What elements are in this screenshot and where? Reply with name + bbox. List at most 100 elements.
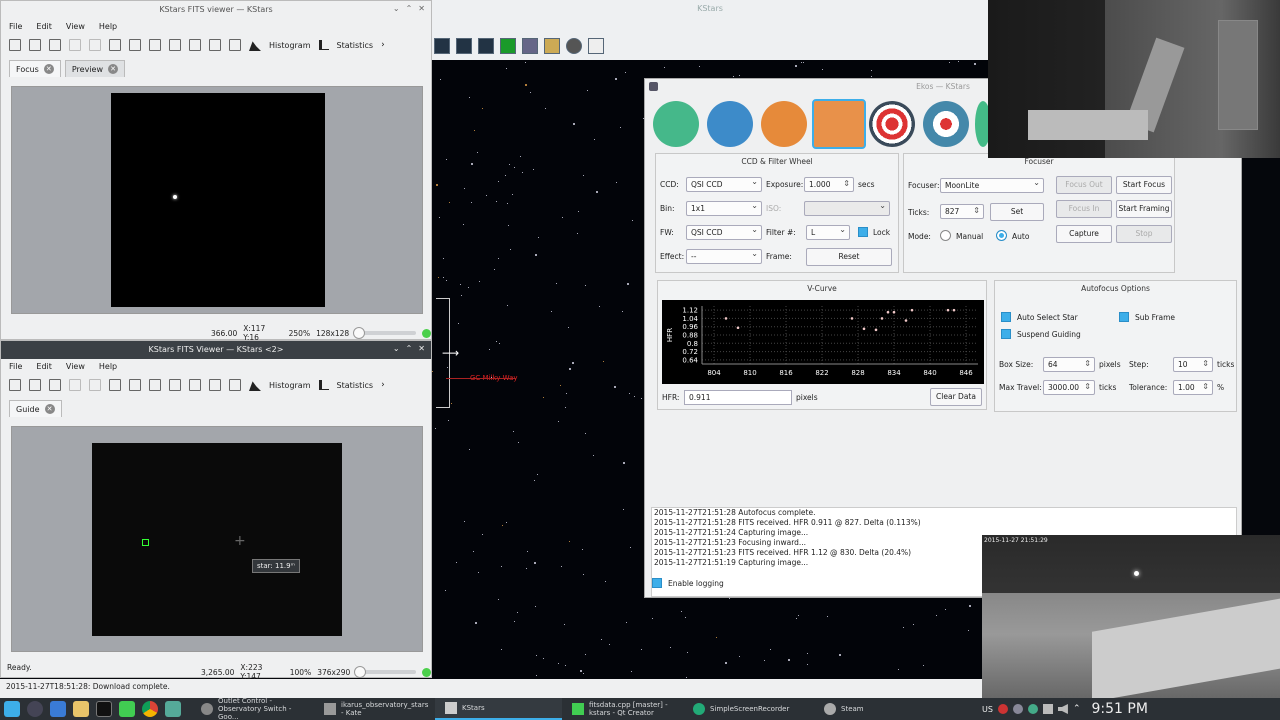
histogram-button[interactable]: Histogram [269,41,311,50]
tolerance-input[interactable]: 1.00 [1173,380,1213,395]
volume-icon[interactable] [1057,704,1068,714]
align-icon[interactable] [229,39,241,51]
menu-edit[interactable]: Edit [36,362,52,371]
box-size-input[interactable]: 64 [1043,357,1095,372]
redo-icon[interactable] [89,379,101,391]
fit-icon[interactable] [109,379,121,391]
guide-module-icon[interactable] [923,101,969,147]
capture-module-icon[interactable] [761,101,807,147]
save-as-icon[interactable] [49,39,61,51]
lock-checkbox[interactable] [858,227,868,237]
crop-icon[interactable] [149,39,161,51]
image-viewport[interactable] [11,86,423,314]
maximize-icon[interactable]: ⌃ [406,4,413,13]
save-as-icon[interactable] [49,379,61,391]
focus-module-icon[interactable] [812,99,866,149]
stop-button[interactable]: Stop [1116,225,1172,243]
start-framing-button[interactable]: Start Framing [1116,200,1172,218]
align-icon[interactable] [229,379,241,391]
close-tab-icon[interactable]: ✕ [44,404,55,414]
suspend-guiding-checkbox[interactable] [1001,329,1011,339]
terminal-icon[interactable] [96,701,112,717]
set-button[interactable]: Set [990,203,1044,221]
menu-file[interactable]: File [9,22,22,31]
tab-preview[interactable]: Preview ✕ [64,60,125,77]
focus-out-button[interactable]: Focus Out [1056,176,1112,194]
chrome-icon[interactable] [142,701,158,717]
image-viewport[interactable]: + star: 11.9ᵐ [11,426,423,652]
filter-select[interactable]: L [806,225,850,240]
toolbar-icon[interactable] [500,38,516,54]
enable-logging-checkbox[interactable] [652,578,662,588]
toolbar-icon[interactable] [456,38,472,54]
tray-icon[interactable] [1027,704,1038,714]
crop-icon[interactable] [149,379,161,391]
menu-edit[interactable]: Edit [36,22,52,31]
task-kstars[interactable]: KStars [435,698,562,720]
network-icon[interactable] [1042,704,1053,714]
toolbar-icon[interactable] [478,38,494,54]
undo-icon[interactable] [69,39,81,51]
sub-frame-checkbox[interactable] [1119,312,1129,322]
chevron-right-icon[interactable]: › [381,380,385,390]
histogram-icon[interactable] [249,41,261,51]
scheduler-module-icon[interactable] [707,101,753,147]
minimize-icon[interactable]: ⌄ [393,344,400,353]
ccd-select[interactable]: QSI CCD [686,177,762,192]
fw-select[interactable]: QSI CCD [686,225,762,240]
focuser-select[interactable]: MoonLite [940,178,1044,193]
iso-select[interactable] [804,201,890,216]
hfr-output[interactable]: 0.911 [684,390,792,405]
bin-select[interactable]: 1x1 [686,201,762,216]
start-focus-button[interactable]: Start Focus [1116,176,1172,194]
kate-icon[interactable] [165,701,181,717]
fit-icon[interactable] [109,39,121,51]
menu-view[interactable]: View [66,362,85,371]
close-icon[interactable]: ✕ [418,344,425,353]
task-simplescreenrecorder[interactable]: SimpleScreenRecorder [683,698,814,720]
tab-focus[interactable]: Focus ✕ [9,60,61,77]
menu-view[interactable]: View [66,22,85,31]
task-qtcreator[interactable]: fitsdata.cpp [master] - kstars - Qt Crea… [562,698,683,720]
statistics-icon[interactable] [318,40,329,50]
statistics-button[interactable]: Statistics [337,381,374,390]
task-outlet-control[interactable]: Outlet Control - Observatory Switch - Go… [191,698,314,720]
save-icon[interactable] [29,39,41,51]
kde-launcher-icon[interactable] [4,701,20,717]
tray-icon[interactable] [1012,704,1023,714]
toolbar-icon[interactable] [566,38,582,54]
mail-icon[interactable] [50,701,66,717]
menu-help[interactable]: Help [99,22,117,31]
zoom-out-icon[interactable] [189,39,201,51]
histogram-button[interactable]: Histogram [269,381,311,390]
files-icon[interactable] [73,701,89,717]
toolbar-icon[interactable] [434,38,450,54]
maximize-icon[interactable]: ⌃ [406,344,413,353]
ticks-input[interactable]: 827 [940,204,984,219]
step-input[interactable]: 10 [1173,357,1213,372]
zoom-icon[interactable] [129,39,141,51]
statistics-button[interactable]: Statistics [337,41,374,50]
qtcreator-icon[interactable] [119,701,135,717]
statistics-icon[interactable] [318,380,329,390]
chevron-right-icon[interactable]: › [381,40,385,50]
steam-icon[interactable] [27,701,43,717]
flip-icon[interactable] [209,39,221,51]
setup-module-icon[interactable] [653,101,699,147]
undo-icon[interactable] [69,379,81,391]
save-icon[interactable] [29,379,41,391]
zoom-slider[interactable] [353,327,417,339]
zoom-slider[interactable] [354,666,417,678]
open-icon[interactable] [9,379,21,391]
task-kate[interactable]: ikarus_observatory_stars - Kate [314,698,435,720]
expand-tray-icon[interactable]: ⌃ [1073,704,1081,714]
capture-button[interactable]: Capture [1056,225,1112,243]
auto-radio[interactable] [996,230,1007,241]
auto-select-star-checkbox[interactable] [1001,312,1011,322]
zoom-in-icon[interactable] [169,39,181,51]
zoom-out-icon[interactable] [189,379,201,391]
align-module-icon[interactable] [869,101,915,147]
toolbar-icon[interactable] [522,38,538,54]
menu-help[interactable]: Help [99,362,117,371]
keyboard-layout[interactable]: US [982,705,993,714]
